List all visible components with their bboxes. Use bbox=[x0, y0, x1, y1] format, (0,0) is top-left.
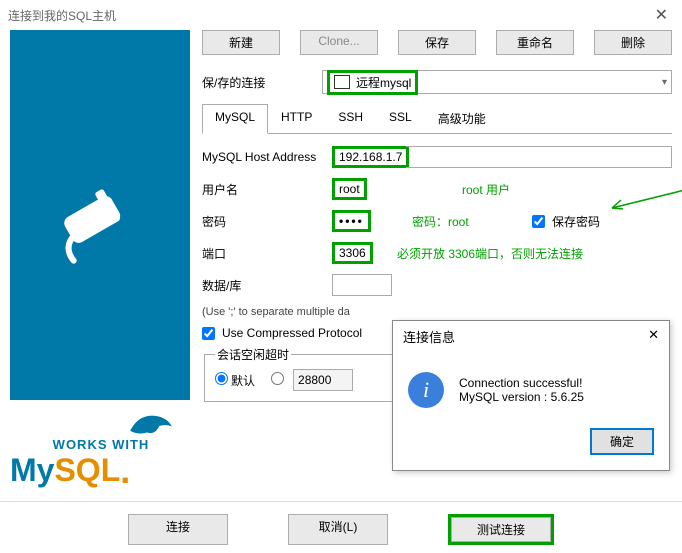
popup-title: 连接信息 bbox=[403, 327, 455, 346]
saved-label: 保/存的连接 bbox=[202, 74, 322, 91]
pwd-input[interactable]: •••• bbox=[339, 214, 364, 228]
port-input[interactable]: 3306 bbox=[339, 246, 366, 260]
delete-button[interactable]: 删除 bbox=[594, 30, 672, 55]
host-label: MySQL Host Address bbox=[202, 150, 332, 164]
popup-ok-button[interactable]: 确定 bbox=[590, 428, 654, 455]
popup-msg2: MySQL version : 5.6.25 bbox=[459, 390, 584, 404]
tab-mysql[interactable]: MySQL bbox=[202, 104, 268, 134]
db-label: 数据/库 bbox=[202, 277, 332, 294]
pwd-label: 密码 bbox=[202, 213, 332, 230]
tab-ssl[interactable]: SSL bbox=[376, 104, 425, 133]
port-label: 端口 bbox=[202, 245, 332, 262]
host-input[interactable]: 192.168.1.7 bbox=[339, 150, 402, 164]
close-icon[interactable]: ✕ bbox=[649, 5, 674, 25]
tab-advanced[interactable]: 高级功能 bbox=[425, 104, 499, 133]
user-input[interactable]: root bbox=[339, 182, 360, 196]
test-connection-button[interactable]: 测试连接 bbox=[451, 517, 551, 542]
connection-info-dialog: 连接信息 ✕ i Connection successful! MySQL ve… bbox=[392, 320, 670, 471]
window-title: 连接到我的SQL主机 bbox=[8, 7, 116, 24]
clone-button[interactable]: Clone... bbox=[300, 30, 378, 55]
user-label: 用户名 bbox=[202, 181, 332, 198]
mysql-logo: WORKS WITH MySQL. bbox=[10, 405, 192, 489]
tab-http[interactable]: HTTP bbox=[268, 104, 325, 133]
host-input-ext[interactable] bbox=[406, 146, 672, 168]
cancel-button[interactable]: 取消(L) bbox=[288, 514, 388, 545]
db-input[interactable] bbox=[332, 274, 392, 296]
idle-legend: 会话空闲超时 bbox=[215, 346, 291, 363]
saved-connection-combo[interactable]: 远程mysql ▾ bbox=[322, 70, 672, 94]
info-icon: i bbox=[408, 372, 444, 408]
popup-close-icon[interactable]: ✕ bbox=[648, 327, 659, 346]
idle-default-radio[interactable]: 默认 bbox=[215, 372, 255, 389]
saved-value: 远程mysql bbox=[356, 74, 411, 91]
tab-ssh[interactable]: SSH bbox=[325, 104, 376, 133]
anno-pwd: 密码：root bbox=[412, 213, 469, 230]
idle-sec-radio[interactable] bbox=[271, 372, 287, 388]
savepwd-checkbox[interactable]: 保存密码 bbox=[532, 213, 600, 230]
chevron-down-icon: ▾ bbox=[662, 77, 667, 88]
save-button[interactable]: 保存 bbox=[398, 30, 476, 55]
connect-button[interactable]: 连接 bbox=[128, 514, 228, 545]
popup-msg1: Connection successful! bbox=[459, 376, 584, 390]
separator-note: (Use ';' to separate multiple da bbox=[202, 306, 672, 318]
anno-user: root 用户 bbox=[462, 181, 510, 198]
idle-fieldset: 会话空闲超时 默认 bbox=[204, 346, 414, 402]
connection-icon bbox=[334, 75, 350, 89]
rename-button[interactable]: 重命名 bbox=[496, 30, 574, 55]
hero-image bbox=[10, 30, 190, 400]
idle-sec-input[interactable] bbox=[293, 369, 353, 391]
new-button[interactable]: 新建 bbox=[202, 30, 280, 55]
anno-port: 必须开放 3306端口，否则无法连接 bbox=[397, 245, 583, 262]
